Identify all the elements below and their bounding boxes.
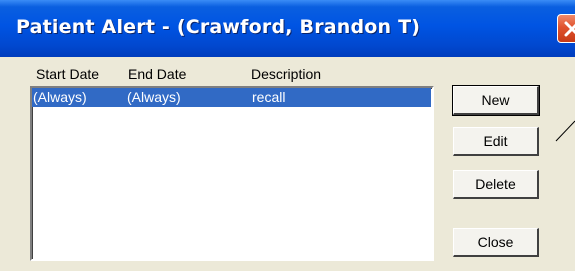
close-icon [564,21,575,37]
column-header-description[interactable]: Description [251,66,321,82]
delete-button[interactable]: Delete [453,170,539,199]
list-item-start-date: (Always) [33,89,87,105]
window-title: Patient Alert - (Crawford, Brandon T) [16,16,421,38]
close-button[interactable]: Close [453,228,539,257]
column-header-end-date[interactable]: End Date [128,66,186,82]
list-item[interactable]: (Always) (Always) recall [32,88,431,107]
new-button[interactable]: New [452,85,540,116]
edit-button[interactable]: Edit [453,127,539,156]
title-bar[interactable]: Patient Alert - (Crawford, Brandon T) [0,0,575,57]
window-close-button[interactable] [557,14,575,43]
list-item-description: recall [252,89,286,105]
column-header-start-date[interactable]: Start Date [36,66,99,82]
list-item-end-date: (Always) [127,89,181,105]
alerts-listbox[interactable] [30,86,434,261]
